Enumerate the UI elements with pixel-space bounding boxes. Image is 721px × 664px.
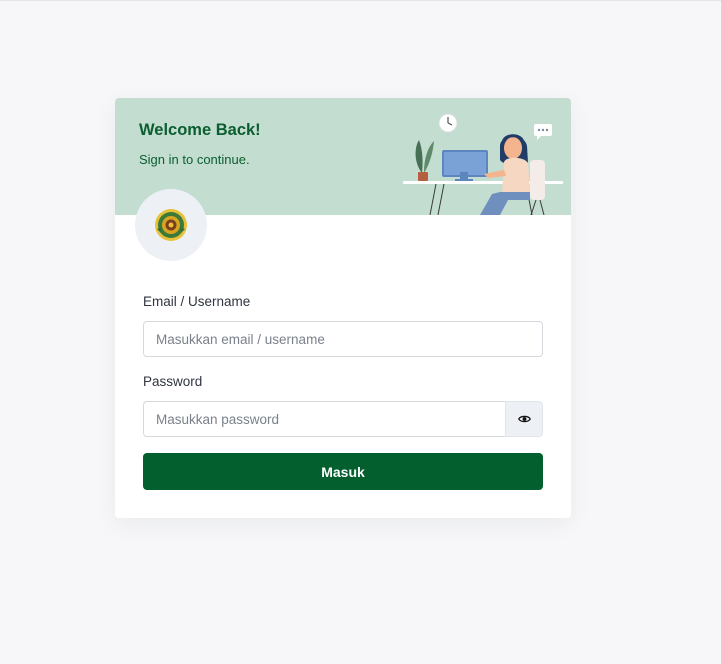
workspace-illustration xyxy=(403,113,563,215)
welcome-title: Welcome Back! xyxy=(139,121,261,139)
password-input[interactable] xyxy=(143,401,505,437)
clock-icon xyxy=(438,113,458,133)
eye-icon xyxy=(517,415,531,423)
email-label: Email / Username xyxy=(143,294,251,309)
institution-logo-icon xyxy=(155,209,187,241)
toggle-password-button[interactable] xyxy=(505,401,543,437)
plant-icon xyxy=(415,140,434,181)
person-figure xyxy=(480,134,530,215)
email-input[interactable] xyxy=(143,321,543,357)
password-group xyxy=(143,401,543,437)
login-card: Welcome Back! Sign in to continue. Email… xyxy=(115,98,571,518)
logo-badge xyxy=(135,189,207,261)
password-label: Password xyxy=(143,374,203,389)
submit-button[interactable]: Masuk xyxy=(143,453,543,490)
chat-bubble-icon xyxy=(534,124,552,140)
welcome-subtitle: Sign in to continue. xyxy=(139,152,250,167)
top-divider xyxy=(0,0,721,1)
